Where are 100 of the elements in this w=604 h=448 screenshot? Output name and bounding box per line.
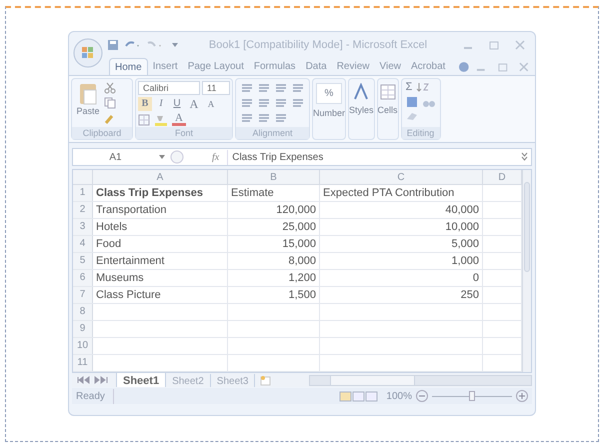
group-label: Editing	[402, 127, 440, 139]
insert-function-button[interactable]: fx	[212, 150, 220, 164]
close-icon[interactable]	[517, 62, 531, 72]
align-left-icon[interactable]	[240, 97, 254, 109]
column-header[interactable]: C	[320, 170, 483, 184]
borders-icon[interactable]	[138, 114, 150, 126]
status-text: Ready	[76, 388, 114, 404]
table-cell: 1,000	[320, 253, 483, 269]
wrap-text-icon[interactable]	[291, 82, 305, 94]
bold-button[interactable]: B	[138, 97, 152, 111]
table-cell: 15,000	[228, 236, 320, 252]
table-cell: 5,000	[320, 236, 483, 252]
styles-button[interactable]: Styles	[349, 104, 374, 118]
underline-button[interactable]: U	[170, 97, 184, 111]
ribbon-tab[interactable]: View	[374, 58, 406, 75]
column-header[interactable]: A	[93, 170, 228, 184]
scissors-icon[interactable]	[104, 82, 116, 94]
zoom-slider[interactable]	[469, 390, 475, 400]
customize-menu-icon[interactable]	[171, 41, 179, 49]
normal-view-icon[interactable]	[339, 390, 352, 402]
group-label: Font	[136, 127, 232, 139]
table-cell: 40,000	[320, 202, 483, 218]
align-middle-icon[interactable]	[257, 82, 271, 94]
row-header[interactable]: 1	[73, 185, 93, 201]
fill-icon[interactable]	[406, 96, 418, 108]
ribbon-tab[interactable]: Formulas	[248, 58, 301, 75]
row-header[interactable]: 11	[73, 355, 93, 371]
table-cell: 1,500	[228, 287, 320, 303]
group-label: Clipboard	[72, 127, 132, 139]
shrink-font-button[interactable]: A	[204, 97, 218, 111]
row-header[interactable]: 9	[73, 321, 93, 337]
center-icon[interactable]	[257, 97, 271, 109]
autosum-button[interactable]: Σ	[406, 81, 412, 93]
row-header[interactable]: 4	[73, 236, 93, 252]
group-label: Alignment	[236, 127, 309, 139]
restore-icon[interactable]	[496, 62, 510, 72]
close-icon[interactable]	[513, 40, 527, 50]
brush-icon[interactable]	[104, 112, 116, 124]
align-top-icon[interactable]	[240, 82, 254, 94]
grow-font-button[interactable]: A	[186, 97, 202, 111]
clipboard-icon[interactable]	[78, 81, 98, 105]
cells-icon[interactable]	[378, 83, 397, 101]
name-box[interactable]: A1	[73, 150, 158, 164]
sort-icon[interactable]	[416, 81, 430, 93]
zoom-in-button[interactable]	[516, 390, 528, 402]
align-right-icon[interactable]	[274, 97, 288, 109]
column-header[interactable]: B	[228, 170, 320, 184]
table-cell: 10,000	[320, 219, 483, 235]
help-icon[interactable]	[458, 61, 470, 73]
italic-button[interactable]: I	[154, 97, 168, 111]
increase-indent-icon[interactable]	[257, 112, 271, 124]
table-cell: Entertainment	[93, 253, 228, 269]
fill-color-icon[interactable]	[154, 114, 168, 126]
insert-sheet-icon[interactable]	[259, 374, 274, 386]
row-header[interactable]: 5	[73, 253, 93, 269]
align-bottom-icon[interactable]	[274, 82, 288, 94]
decrease-indent-icon[interactable]	[240, 112, 254, 124]
maximize-icon[interactable]	[487, 40, 501, 50]
vertical-scrollbar[interactable]	[522, 170, 531, 372]
table-cell: 1,200	[228, 270, 320, 286]
zoom-level[interactable]: 100%	[386, 388, 412, 404]
font-name-field[interactable]: Calibri	[138, 81, 200, 95]
expand-icon[interactable]	[520, 152, 529, 162]
row-header[interactable]: 2	[73, 202, 93, 218]
font-size-field[interactable]: 11	[202, 81, 230, 95]
sheet-tab[interactable]: Sheet1	[116, 373, 166, 387]
table-cell: Food	[93, 236, 228, 252]
page-break-view-icon[interactable]	[365, 390, 378, 402]
row-header[interactable]: 3	[73, 219, 93, 235]
horizontal-scrollbar[interactable]	[309, 374, 532, 386]
number-button[interactable]: Number	[313, 107, 346, 120]
formula-field[interactable]: Class Trip Expenses	[227, 150, 518, 164]
percent-button[interactable]: %	[316, 83, 342, 104]
table-cell: Transportation	[93, 202, 228, 218]
row-header[interactable]: 7	[73, 287, 93, 303]
save-icon[interactable]	[107, 39, 119, 51]
table-cell: Class Trip Expenses	[93, 185, 228, 201]
ribbon-tab[interactable]: Page Layout	[182, 58, 249, 75]
row-header[interactable]: 10	[73, 338, 93, 354]
ribbon-tab[interactable]: Home	[109, 58, 148, 75]
row-header[interactable]: 6	[73, 270, 93, 286]
table-cell: 0	[320, 270, 483, 286]
copy-icon[interactable]	[104, 97, 116, 109]
function-button[interactable]	[170, 150, 184, 164]
cells-button[interactable]: Cells	[378, 104, 398, 118]
orientation-icon[interactable]	[274, 112, 288, 124]
sheet-tab[interactable]: Sheet3	[210, 374, 256, 386]
page-layout-view-icon[interactable]	[352, 390, 366, 402]
ribbon-tab[interactable]: Acrobat	[406, 58, 450, 75]
zoom-out-button[interactable]	[416, 390, 428, 402]
eraser-icon[interactable]	[406, 111, 418, 121]
paste-button[interactable]: Paste	[74, 81, 102, 118]
dropdown-arrow-icon[interactable]	[158, 153, 166, 161]
ribbon-tab[interactable]: Insert	[148, 58, 183, 75]
merge-icon[interactable]	[291, 97, 305, 109]
row-header[interactable]: 8	[73, 304, 93, 320]
sheet-tab[interactable]: Sheet2	[166, 374, 211, 386]
ribbon-tab[interactable]: Review	[332, 58, 374, 75]
office-button[interactable]	[73, 38, 103, 68]
ribbon-tab[interactable]: Data	[300, 58, 332, 75]
